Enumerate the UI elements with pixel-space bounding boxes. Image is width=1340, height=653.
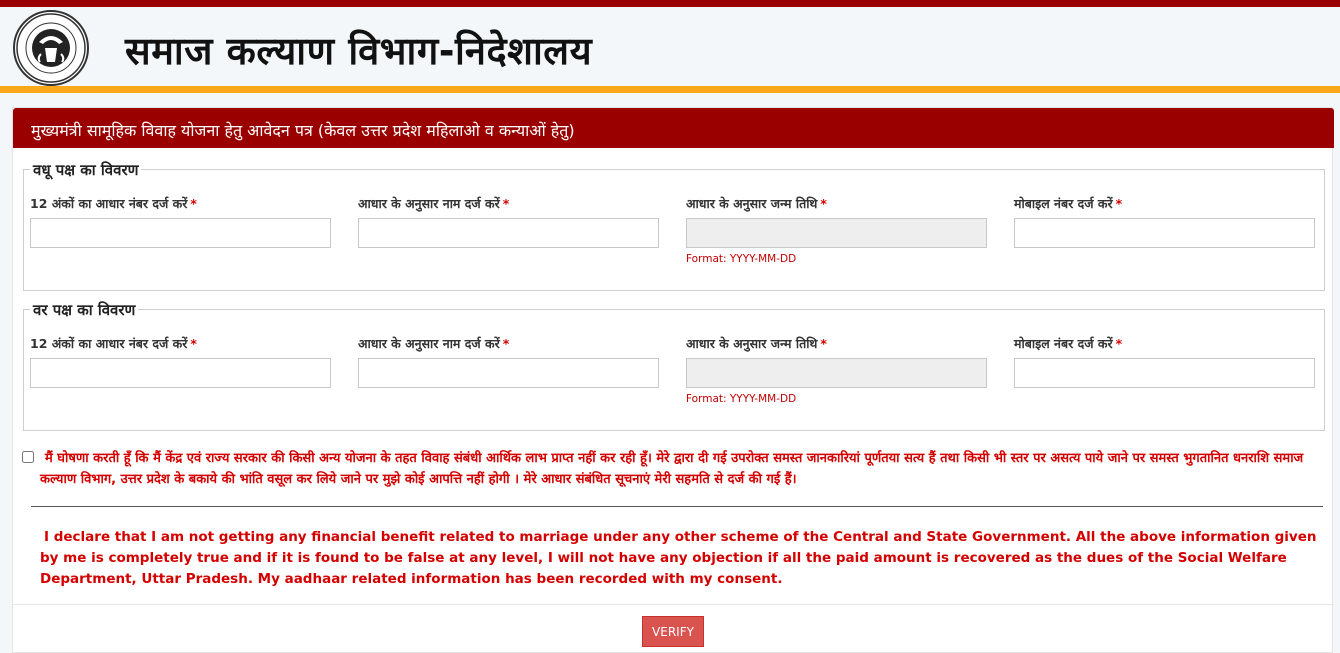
up-government-emblem-logo [13, 10, 89, 86]
groom-name-label: आधार के अनुसार नाम दर्ज करें * [358, 336, 510, 351]
bride-name-field: आधार के अनुसार नाम दर्ज करें * [358, 195, 659, 248]
bride-mobile-input[interactable] [1014, 218, 1315, 248]
groom-name-input[interactable] [358, 358, 659, 388]
header-accent-bar [0, 86, 1340, 93]
groom-dob-input[interactable] [686, 358, 987, 388]
bride-details-legend: वधू पक्ष का विवरण [30, 160, 142, 180]
groom-mobile-label: मोबाइल नंबर दर्ज करें * [1014, 336, 1123, 351]
declaration-checkbox[interactable] [22, 451, 34, 463]
groom-details-legend: वर पक्ष का विवरण [30, 300, 139, 320]
bride-aadhaar-input[interactable] [30, 218, 331, 248]
declaration-text-english: I declare that I am not getting any fina… [40, 529, 1317, 587]
groom-mobile-input[interactable] [1014, 358, 1315, 388]
groom-dob-field: आधार के अनुसार जन्म तिथि * Format: YYYY-M… [686, 335, 987, 405]
bride-name-label: आधार के अनुसार नाम दर्ज करें * [358, 196, 510, 211]
required-mark: * [1115, 196, 1123, 211]
required-mark: * [820, 196, 827, 211]
emblem-icon [16, 13, 86, 83]
groom-aadhaar-label: 12 अंकों का आधार नंबर दर्ज करें * [30, 336, 197, 351]
required-mark: * [1115, 336, 1123, 351]
required-mark: * [502, 196, 510, 211]
groom-details-fieldset: वर पक्ष का विवरण 12 अंकों का आधार नंबर द… [23, 300, 1325, 431]
form-title: मुख्यमंत्री सामूहिक विवाह योजना हेतु आवे… [31, 121, 575, 140]
required-mark: * [502, 336, 510, 351]
required-mark: * [190, 196, 197, 211]
groom-mobile-field: मोबाइल नंबर दर्ज करें * [1014, 335, 1315, 388]
site-title: समाज कल्याण विभाग-निदेशालय [125, 29, 593, 73]
top-stripe [0, 0, 1340, 7]
required-mark: * [190, 336, 197, 351]
bride-dob-label: आधार के अनुसार जन्म तिथि * [686, 196, 827, 211]
bride-mobile-field: मोबाइल नंबर दर्ज करें * [1014, 195, 1315, 248]
form-panel-header: मुख्यमंत्री सामूहिक विवाह योजना हेतु आवे… [13, 108, 1334, 148]
declaration-text-hindi: मैं घोषणा करती हूँ कि मैं केंद्र एवं राज… [40, 451, 1304, 487]
bride-name-input[interactable] [358, 218, 659, 248]
groom-aadhaar-input[interactable] [30, 358, 331, 388]
bride-aadhaar-field: 12 अंकों का आधार नंबर दर्ज करें * [30, 195, 331, 248]
bride-aadhaar-label: 12 अंकों का आधार नंबर दर्ज करें * [30, 196, 197, 211]
groom-name-field: आधार के अनुसार नाम दर्ज करें * [358, 335, 659, 388]
declaration-divider [31, 506, 1323, 507]
required-mark: * [820, 336, 827, 351]
bride-dob-field: आधार के अनुसार जन्म तिथि * Format: YYYY-M… [686, 195, 987, 265]
bride-details-fieldset: वधू पक्ष का विवरण 12 अंकों का आधार नंबर … [23, 160, 1325, 291]
groom-dob-format-hint: Format: YYYY-MM-DD [686, 393, 797, 405]
bride-dob-input[interactable] [686, 218, 987, 248]
verify-button[interactable]: VERIFY [642, 616, 704, 647]
form-footer-separator [13, 604, 1334, 605]
application-form-panel: मुख्यमंत्री सामूहिक विवाह योजना हेतु आवे… [12, 107, 1334, 653]
groom-aadhaar-field: 12 अंकों का आधार नंबर दर्ज करें * [30, 335, 331, 388]
bride-mobile-label: मोबाइल नंबर दर्ज करें * [1014, 196, 1123, 211]
bride-dob-format-hint: Format: YYYY-MM-DD [686, 253, 797, 265]
groom-dob-label: आधार के अनुसार जन्म तिथि * [686, 336, 827, 351]
